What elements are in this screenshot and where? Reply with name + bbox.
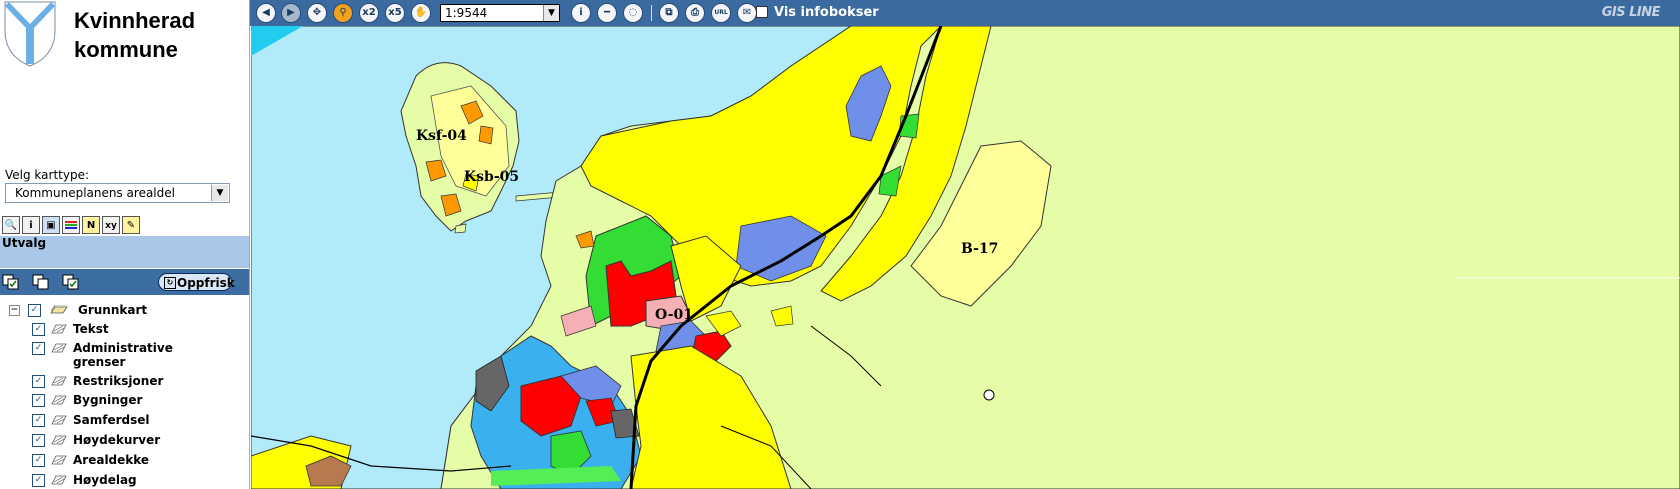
layer-name: Arealdekke xyxy=(73,453,150,467)
layer-icon xyxy=(51,475,67,485)
legend-icon[interactable] xyxy=(62,216,80,234)
url-button[interactable]: URL xyxy=(711,3,731,23)
gisline-logo: GIS LINE xyxy=(1601,5,1661,20)
layer-icon xyxy=(51,343,67,353)
layer-checkbox[interactable]: ✓ xyxy=(32,414,45,427)
layer-row: ✓ Bygninger xyxy=(0,392,249,410)
map-canvas[interactable]: Ksf-04 Ksb-05 B-17 O-01 xyxy=(251,26,1680,489)
zone-label: B-17 xyxy=(961,241,998,257)
layer-checkbox[interactable]: ✓ xyxy=(32,394,45,407)
utvalg-label: Utvalg xyxy=(2,236,47,250)
municipality-logo xyxy=(4,1,56,67)
copy-layers-icon[interactable] xyxy=(32,274,50,290)
municipality-name: Kvinnherad kommune xyxy=(74,6,195,64)
zoom-x5-button[interactable]: x5 xyxy=(385,3,405,23)
layer-icon xyxy=(51,455,67,465)
collapse-icon[interactable]: − xyxy=(9,305,20,316)
map-toolbar: ◀ ▶ ✥ ⚲ x2 x5 ✋ 1:9544 ▼ i ━ ◌ ⧉ ⎙ URL ✉… xyxy=(250,0,1680,26)
layer-icon xyxy=(51,435,67,445)
layer-row: ✓ Høydelag xyxy=(0,472,249,489)
coordinate-icon-text: xy xyxy=(105,221,117,231)
layer-checkbox[interactable]: ✓ xyxy=(32,323,45,336)
municipality-name-line1: Kvinnherad xyxy=(74,8,196,33)
maptype-select[interactable]: Kommuneplanens arealdel ▼ xyxy=(5,183,230,203)
maptype-selected-value: Kommuneplanens arealdel xyxy=(15,186,175,200)
vis-infobokser-checkbox[interactable] xyxy=(756,6,768,18)
chevron-down-icon[interactable]: ▼ xyxy=(543,5,559,21)
layer-group-row: − ✓ Grunnkart xyxy=(0,302,249,320)
copy-icon[interactable]: ⧉ xyxy=(659,3,679,23)
info-icon[interactable]: i xyxy=(571,3,591,23)
layer-checkbox[interactable]: ✓ xyxy=(32,342,45,355)
back-arrow-icon[interactable]: ◀ xyxy=(256,3,276,23)
info-icon-text: i xyxy=(29,220,33,231)
zoom-x2-button[interactable]: x2 xyxy=(359,3,379,23)
layer-group-name: Grunnkart xyxy=(78,303,148,317)
mail-icon[interactable]: ✉ xyxy=(737,3,757,23)
vis-infobokser-label: Vis infobokser xyxy=(774,5,879,20)
layer-name: Høydekurver xyxy=(73,433,161,447)
info-icon[interactable]: i xyxy=(22,216,40,234)
measure-icon[interactable]: ▣ xyxy=(42,216,60,234)
left-panel: Kvinnherad kommune Velg karttype: Kommun… xyxy=(0,0,250,489)
layer-group-icon xyxy=(50,305,68,314)
layer-checkbox[interactable]: ✓ xyxy=(32,454,45,467)
layer-row: ✓ Tekst xyxy=(0,321,249,339)
layer-row: ✓ Administrative grenser xyxy=(0,340,249,372)
measure-line-icon[interactable]: ━ xyxy=(597,3,617,23)
layer-row: ✓ Arealdekke xyxy=(0,452,249,470)
layer-name: Høydelag xyxy=(73,473,137,487)
maptype-label: Velg karttype: xyxy=(5,168,90,182)
edit-icon[interactable]: ✎ xyxy=(122,216,140,234)
layer-name: Administrative grenser xyxy=(73,341,173,369)
map-svg[interactable]: Ksf-04 Ksb-05 B-17 O-01 xyxy=(251,26,1680,489)
forward-arrow-icon[interactable]: ▶ xyxy=(281,3,301,23)
layer-checkbox[interactable]: ✓ xyxy=(32,474,45,487)
zone-label: Ksb-05 xyxy=(464,169,519,185)
zone-label: Ksf-04 xyxy=(416,128,467,144)
refresh-label: Oppfrisk xyxy=(177,276,235,290)
layer-icon xyxy=(51,324,67,334)
measure-area-icon[interactable]: ◌ xyxy=(623,3,643,23)
coordinate-icon[interactable]: xy xyxy=(102,216,120,234)
zone-label: O-01 xyxy=(655,307,693,323)
print-icon[interactable]: ⎙ xyxy=(685,3,705,23)
layers-toolbar: ↻ Oppfrisk xyxy=(0,269,249,295)
layer-icon xyxy=(51,415,67,425)
utvalg-bar: Utvalg xyxy=(0,236,249,268)
scale-value: 1:9544 xyxy=(445,6,488,20)
info-icon-text: i xyxy=(579,7,583,18)
select-layers-icon[interactable] xyxy=(62,274,80,290)
layer-name: Tekst xyxy=(73,322,109,336)
zoom-x5-label: x5 xyxy=(388,7,402,18)
layer-row: ✓ Restriksjoner xyxy=(0,373,249,391)
hand-icon[interactable]: ✋ xyxy=(411,3,431,23)
leisure-zone xyxy=(478,125,494,145)
refresh-button[interactable]: ↻ Oppfrisk xyxy=(158,273,235,291)
municipality-name-line2: kommune xyxy=(74,37,178,62)
layer-row: ✓ Samferdsel xyxy=(0,412,249,430)
url-label: URL xyxy=(714,9,728,16)
pan-icon[interactable]: ✥ xyxy=(307,3,327,23)
chevron-down-icon[interactable]: ▼ xyxy=(211,185,228,201)
layer-icon xyxy=(51,376,67,386)
check-all-icon[interactable] xyxy=(2,274,20,290)
layer-checkbox[interactable]: ✓ xyxy=(32,434,45,447)
north-arrow-icon[interactable]: N xyxy=(82,216,100,234)
zoom-x2-label: x2 xyxy=(362,7,376,18)
layer-name: Restriksjoner xyxy=(73,374,164,388)
map-marker[interactable] xyxy=(983,389,995,401)
search-map-icon[interactable]: 🔍 xyxy=(2,216,20,234)
layer-checkbox[interactable]: ✓ xyxy=(32,375,45,388)
layer-name: Bygninger xyxy=(73,393,143,407)
refresh-icon: ↻ xyxy=(164,277,176,289)
toolbar-divider xyxy=(651,5,652,21)
layer-icon xyxy=(51,395,67,405)
scale-select[interactable]: 1:9544 ▼ xyxy=(440,4,560,22)
zoom-icon[interactable]: ⚲ xyxy=(333,3,353,23)
layer-row: ✓ Høydekurver xyxy=(0,432,249,450)
layer-name: Samferdsel xyxy=(73,413,150,427)
layer-group-checkbox[interactable]: ✓ xyxy=(28,304,41,317)
